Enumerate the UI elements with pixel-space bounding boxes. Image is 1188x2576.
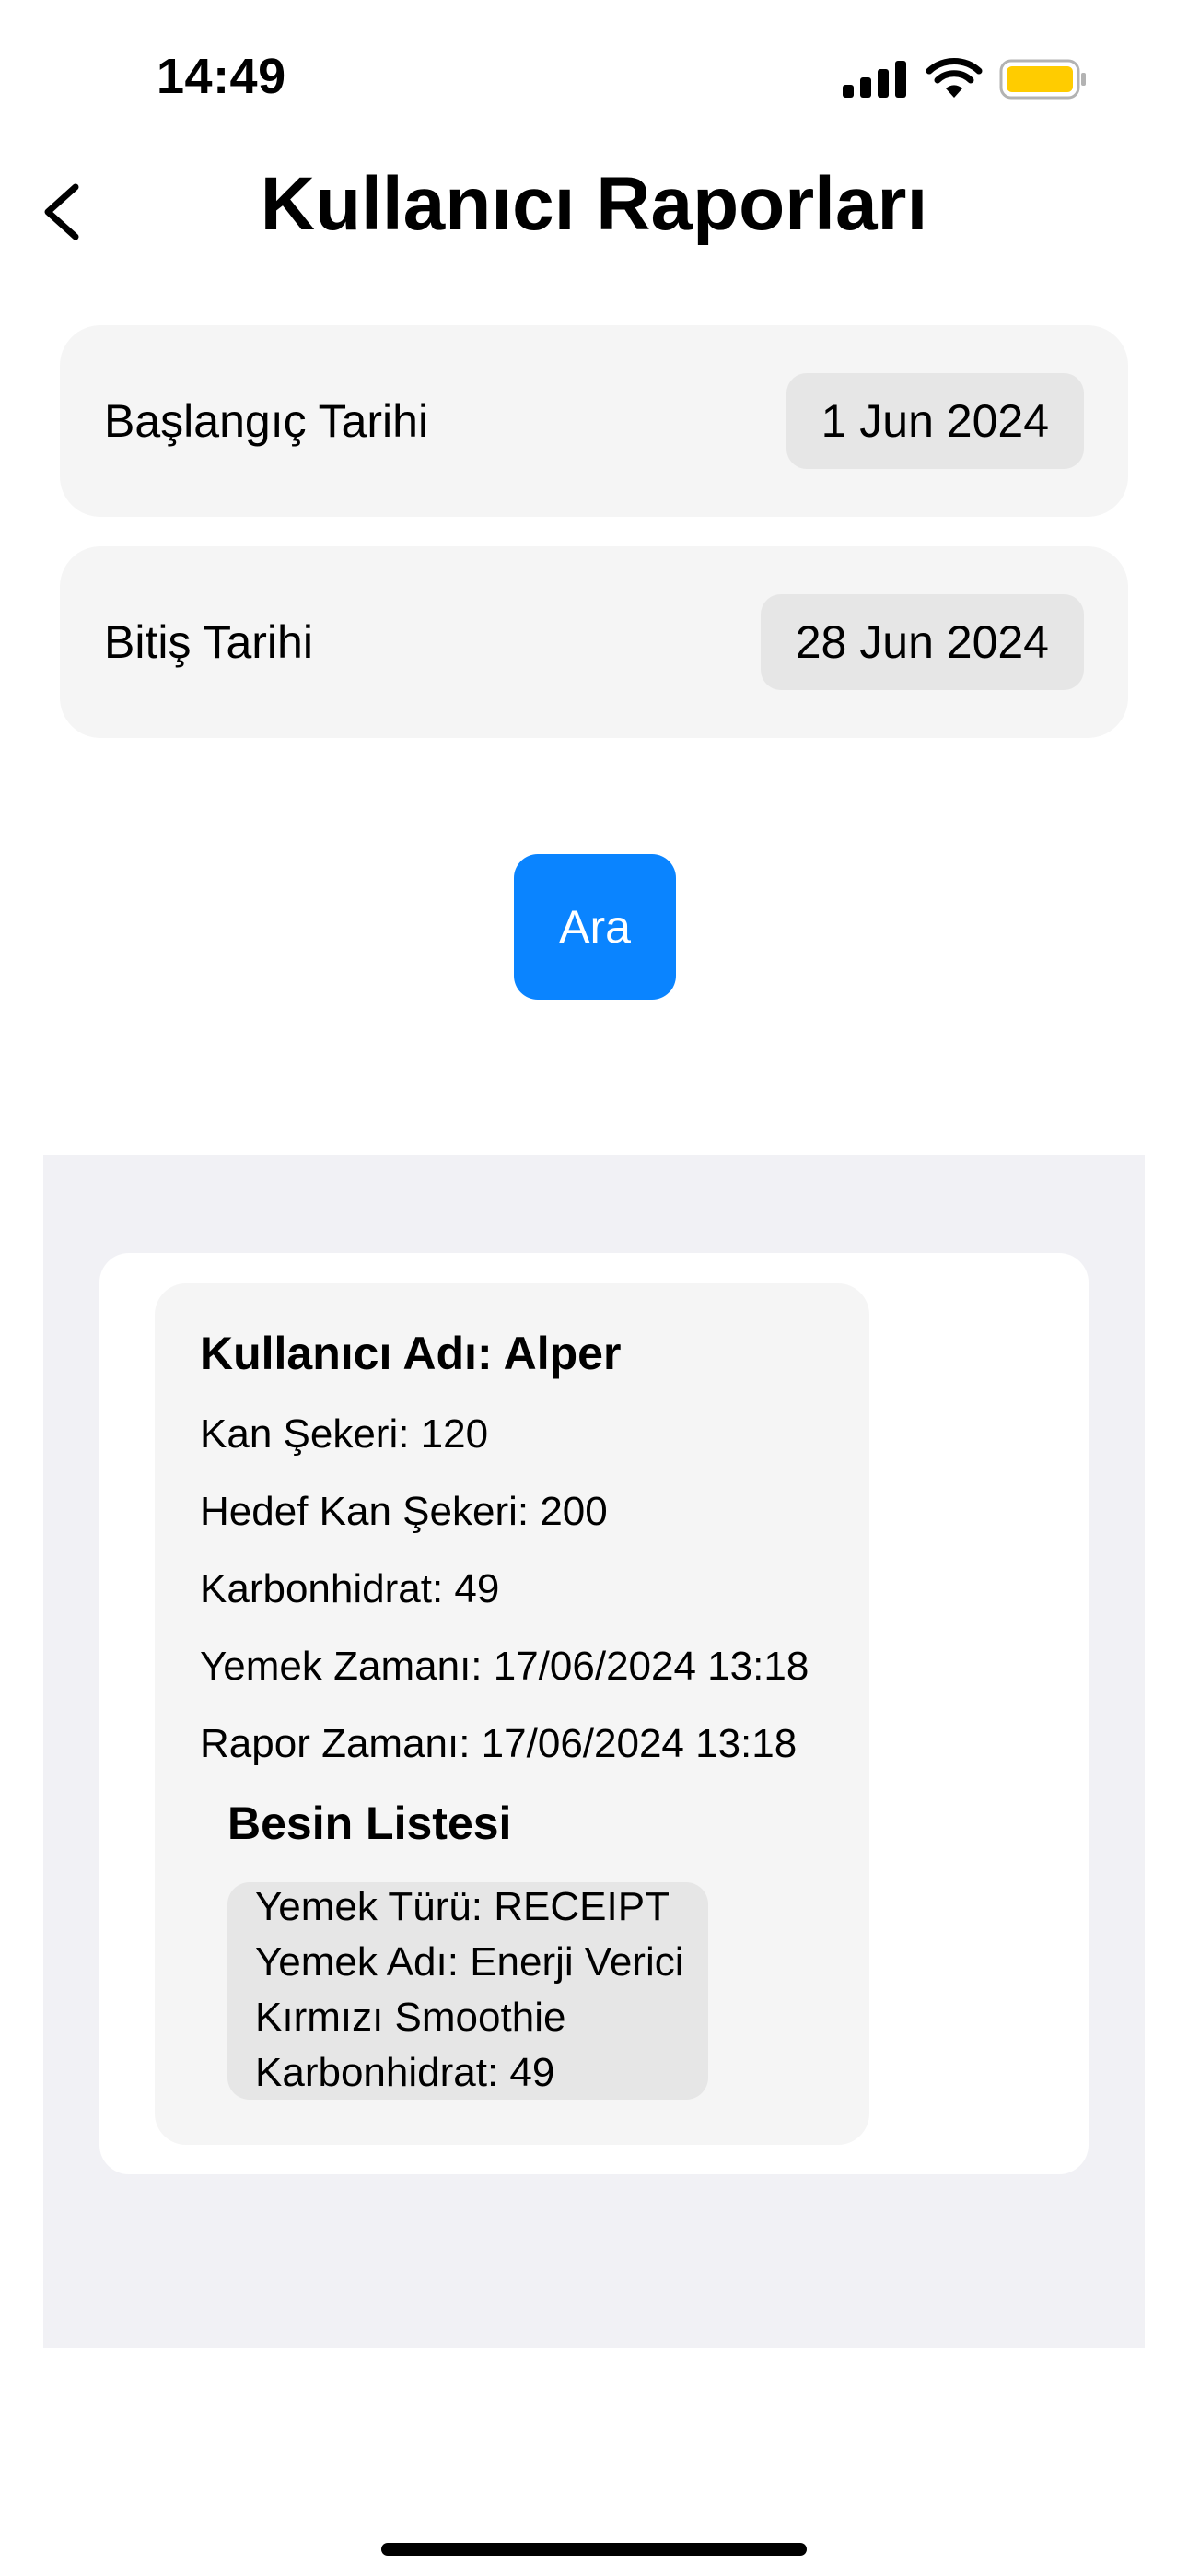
page-title: Kullanıcı Raporları (260, 162, 928, 246)
end-date-row: Bitiş Tarihi 28 Jun 2024 (60, 546, 1128, 738)
food-item: Yemek Türü: RECEIPT Yemek Adı: Enerji Ve… (227, 1882, 708, 2100)
food-list-title: Besin Listesi (227, 1797, 512, 1849)
start-date-label: Başlangıç Tarihi (104, 395, 429, 447)
report-target-blood-sugar: Hedef Kan Şekeri: 200 (200, 1489, 608, 1534)
report-username: Kullanıcı Adı: Alper (200, 1328, 622, 1379)
start-date-picker[interactable]: 1 Jun 2024 (786, 373, 1084, 469)
report-carbs: Karbonhidrat: 49 (200, 1566, 500, 1611)
food-carbs: Karbonhidrat: 49 (255, 2050, 555, 2095)
report-time: Rapor Zamanı: 17/06/2024 13:18 (200, 1721, 798, 1766)
status-time: 14:49 (157, 49, 286, 104)
cellular-signal-icon (843, 61, 906, 98)
end-date-label: Bitiş Tarihi (104, 616, 313, 668)
battery-icon (999, 59, 1086, 100)
food-name: Yemek Adı: Enerji Verici (255, 1939, 684, 1985)
end-date-picker[interactable]: 28 Jun 2024 (760, 594, 1084, 690)
wifi-icon (926, 58, 983, 98)
search-button[interactable]: Ara (514, 854, 676, 1000)
food-type: Yemek Türü: RECEIPT (255, 1884, 670, 1929)
food-name-continued: Kırmızı Smoothie (255, 1995, 566, 2040)
home-indicator[interactable] (381, 2543, 807, 2556)
report-meal-time: Yemek Zamanı: 17/06/2024 13:18 (200, 1644, 809, 1689)
start-date-row: Başlangıç Tarihi 1 Jun 2024 (60, 325, 1128, 517)
report-blood-sugar: Kan Şekeri: 120 (200, 1411, 489, 1457)
